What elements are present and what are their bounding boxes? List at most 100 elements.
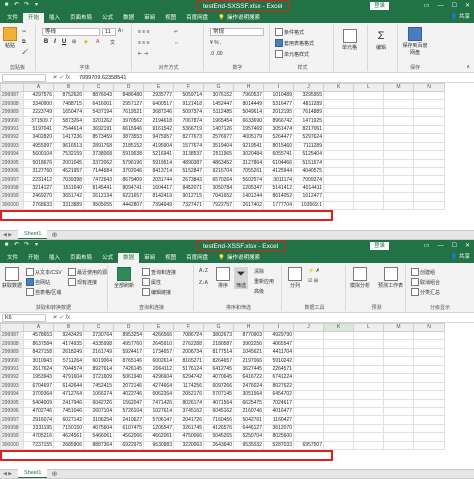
data-cell[interactable]: 3127760 <box>23 166 54 177</box>
column-header-i[interactable]: I <box>263 323 294 332</box>
from-csv-button[interactable]: 从文本/CSV <box>26 268 62 276</box>
properties-button[interactable]: 属性 <box>142 278 161 286</box>
data-cell[interactable]: 1160427 <box>263 415 294 425</box>
data-cell[interactable]: 6446127 <box>233 423 264 434</box>
row-id-cell[interactable]: 299999 <box>0 432 24 442</box>
data-cell[interactable]: 8026174 <box>173 398 204 408</box>
column-header-e[interactable]: E <box>143 323 174 332</box>
row-id-cell[interactable]: 299989 <box>0 347 24 358</box>
tab-baidu[interactable]: 百度网盘 <box>181 253 213 263</box>
worksheet-grid[interactable]: A B C D E F G H I J K L M N 299987 4297576 8752626 887604… <box>0 83 445 211</box>
data-cell[interactable]: 8427158 <box>23 347 54 358</box>
row-id-cell[interactable]: 300000 <box>0 440 24 451</box>
empty-cell[interactable] <box>383 406 414 417</box>
data-cell[interactable]: 8679409 <box>113 175 144 185</box>
empty-cell[interactable] <box>353 141 384 152</box>
empty-cell[interactable] <box>293 423 324 434</box>
data-cell[interactable]: 103569.1 <box>293 200 324 211</box>
data-cell[interactable]: 1612477 <box>293 192 324 202</box>
data-cell[interactable]: 4521957 <box>53 166 84 177</box>
grow-font-button[interactable]: A↑ <box>118 28 124 34</box>
data-cell[interactable]: 5049614 <box>233 107 264 118</box>
data-cell[interactable]: 8217061 <box>293 124 324 135</box>
empty-cell[interactable] <box>323 415 354 425</box>
column-header-l[interactable]: L <box>353 83 384 92</box>
data-cell[interactable]: 6633690 <box>233 116 264 126</box>
row-id-cell[interactable]: 299992 <box>0 133 24 143</box>
data-cell[interactable]: 1562047 <box>113 398 144 408</box>
empty-cell[interactable] <box>353 200 384 211</box>
column-header-n[interactable]: N <box>413 83 445 92</box>
empty-cell[interactable] <box>353 183 384 194</box>
empty-cell[interactable] <box>323 116 354 126</box>
data-cell[interactable]: 2031744 <box>143 175 174 185</box>
data-cell[interactable]: 2730764 <box>83 330 114 341</box>
empty-cell[interactable] <box>323 373 354 383</box>
data-cell[interactable]: 2607104 <box>83 406 114 417</box>
data-cell[interactable]: 3020484 <box>233 150 264 160</box>
data-cell[interactable]: 3709364 <box>23 390 54 400</box>
data-cell[interactable]: 7488715 <box>53 99 84 109</box>
empty-cell[interactable] <box>323 90 354 101</box>
data-cell[interactable]: 7144684 <box>83 166 114 177</box>
row-id-cell[interactable]: 299990 <box>0 356 24 366</box>
column-header-g[interactable]: G <box>203 83 234 92</box>
data-cell[interactable]: 8614052 <box>263 192 294 202</box>
empty-cell[interactable] <box>413 415 445 425</box>
data-cell[interactable]: 4750066 <box>173 432 204 442</box>
empty-cell[interactable] <box>383 107 414 118</box>
data-cell[interactable]: 1010489 <box>263 90 294 101</box>
data-cell[interactable]: 9161542 <box>143 124 174 135</box>
redo-icon[interactable]: ↷ <box>23 2 30 9</box>
data-cell[interactable]: 5018676 <box>23 158 54 168</box>
tab-home[interactable]: 开始 <box>23 13 45 23</box>
data-cell[interactable]: 5726104 <box>113 406 144 417</box>
data-cell[interactable]: 1452447 <box>203 99 234 109</box>
empty-cell[interactable] <box>323 440 354 451</box>
customize-icon[interactable]: ▾ <box>33 242 40 249</box>
data-cell[interactable]: 7471426 <box>143 398 174 408</box>
empty-cell[interactable] <box>413 158 445 168</box>
data-cell[interactable]: 6097266 <box>203 381 234 392</box>
empty-cell[interactable] <box>323 107 354 118</box>
data-cell[interactable]: 4863452 <box>203 158 234 168</box>
data-cell[interactable]: 4662061 <box>143 432 174 442</box>
advanced-button[interactable]: 高级 <box>254 288 264 295</box>
data-cell[interactable]: 2935777 <box>143 90 174 101</box>
data-cell[interactable]: 7451046 <box>53 406 84 417</box>
empty-cell[interactable] <box>413 150 445 160</box>
data-cell[interactable]: 1650474 <box>53 107 84 118</box>
column-header-m[interactable]: M <box>383 83 414 92</box>
empty-cell[interactable] <box>383 356 414 366</box>
tab-file[interactable]: 文件 <box>2 13 23 23</box>
fx-icon[interactable]: ✕ ✓ fx <box>46 74 76 81</box>
row-id-cell[interactable]: 299997 <box>0 415 24 425</box>
phonetic-button[interactable]: 文 <box>110 39 115 46</box>
empty-cell[interactable] <box>353 124 384 135</box>
empty-cell[interactable] <box>323 150 354 160</box>
data-cell[interactable]: 1777704 <box>263 200 294 211</box>
data-cell[interactable]: 5873264 <box>53 116 84 126</box>
data-cell[interactable]: 9121418 <box>173 99 204 109</box>
column-header-a[interactable]: A <box>23 323 54 332</box>
sheet-tab-sheet1[interactable]: Sheet1 <box>18 469 48 478</box>
fill-color-button[interactable]: ◆ <box>84 39 88 45</box>
data-cell[interactable]: 4712764 <box>53 390 84 400</box>
data-cell[interactable]: 1417236 <box>53 133 84 143</box>
editing-button[interactable]: Σ 编辑 <box>374 29 388 51</box>
empty-cell[interactable] <box>353 398 384 408</box>
data-cell[interactable]: 6957507 <box>293 440 324 451</box>
empty-cell[interactable] <box>293 381 324 392</box>
name-box[interactable]: K6 <box>2 313 46 322</box>
data-cell[interactable]: 1734657 <box>143 347 174 358</box>
select-all-corner[interactable] <box>0 323 24 332</box>
data-cell[interactable]: 6104466 <box>263 158 294 168</box>
data-cell[interactable]: 1511640 <box>53 183 84 194</box>
empty-cell[interactable] <box>413 390 445 400</box>
data-cell[interactable]: 2180587 <box>203 339 234 349</box>
subtotal-button[interactable]: 分类汇总 <box>411 288 440 296</box>
data-cell[interactable]: 6042726 <box>83 398 114 408</box>
recent-sources-button[interactable]: 最近使用的源 <box>68 268 107 276</box>
data-cell[interactable]: 3970562 <box>113 116 144 126</box>
data-cell[interactable]: 4022746 <box>113 390 144 400</box>
